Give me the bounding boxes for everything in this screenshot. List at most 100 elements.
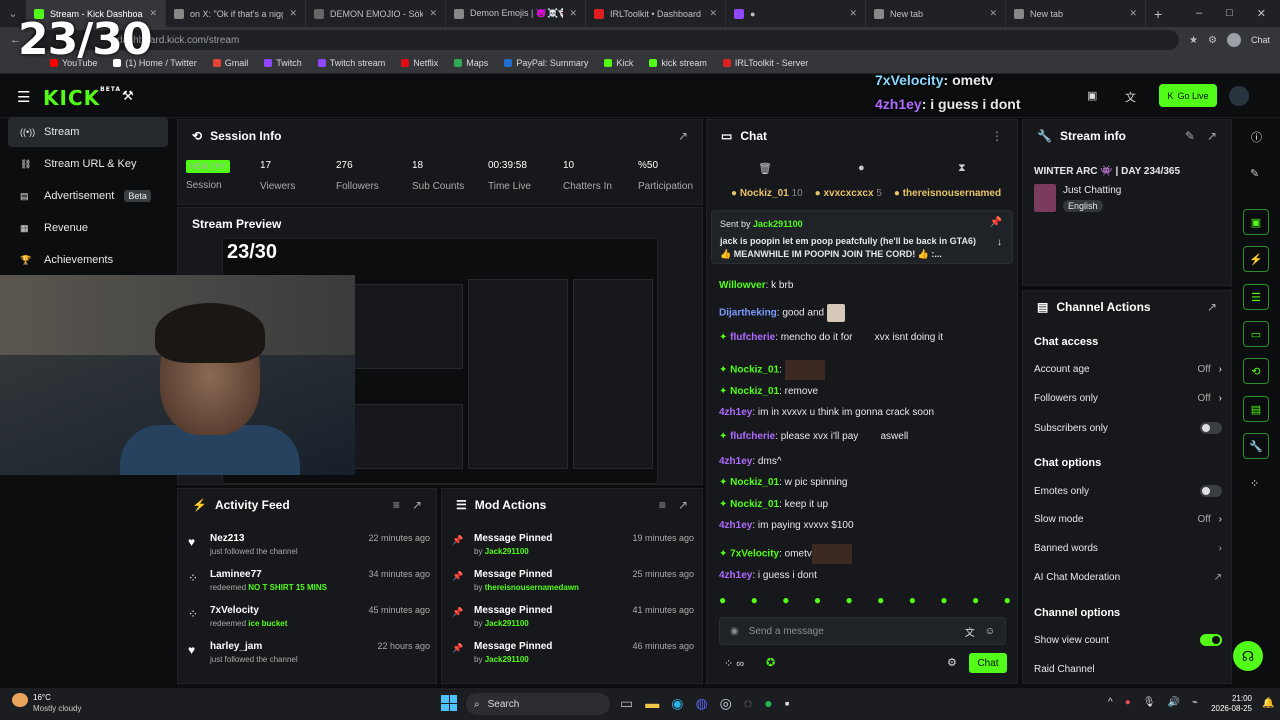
activity-user[interactable]: Laminee77	[210, 569, 327, 580]
chat-message[interactable]: ✦ Nockiz_01:	[719, 360, 825, 380]
emote-icon[interactable]: ●	[814, 593, 821, 607]
chat-message[interactable]: 4zh1ey: i guess i dont	[719, 570, 817, 581]
tab-close-icon[interactable]: ✕	[429, 8, 437, 19]
popout-icon[interactable]: ↗	[412, 498, 422, 512]
points-icon[interactable]: ⁘ ∞	[724, 657, 744, 670]
sidebar-item-stream-url-key[interactable]: ⛓ Stream URL & Key	[8, 149, 168, 179]
activity-item[interactable]: ♥ harley_jam just followed the channel 22 h…	[188, 641, 430, 675]
task-view-icon[interactable]: ▭	[620, 695, 633, 712]
emote-icon[interactable]: ●	[909, 593, 916, 607]
close-window-icon[interactable]: ✕	[1257, 7, 1266, 20]
tab-close-icon[interactable]: ✕	[569, 8, 577, 19]
network-icon[interactable]: ⌁	[1192, 697, 1198, 708]
popout-icon[interactable]: ↗	[1207, 129, 1217, 143]
emote-icon[interactable]: ●	[751, 593, 758, 607]
ai-moderation-row[interactable]: AI Chat Moderation ↗	[1034, 572, 1222, 583]
points-icon[interactable]: ⁘	[1250, 477, 1259, 490]
chat-username[interactable]: Willowver	[719, 280, 766, 291]
chat-username[interactable]: 4zh1ey	[719, 456, 752, 467]
chat-send-button[interactable]: Chat	[969, 653, 1007, 673]
taskbar-search[interactable]: ⌕ Search	[466, 693, 610, 715]
settings-icon[interactable]: ⚙	[947, 656, 957, 669]
file-explorer-icon[interactable]: ▬	[645, 695, 659, 712]
sidebar-item-advertisement[interactable]: ▤ Advertisement Beta	[8, 181, 168, 211]
chat-message[interactable]: 4zh1ey: dms^	[719, 456, 782, 467]
rail-lightning-button[interactable]: ⚡	[1243, 246, 1269, 272]
new-tab-button[interactable]: +	[1154, 6, 1162, 22]
terminal-icon[interactable]: ▪	[785, 695, 790, 712]
bookmark-item[interactable]: IRLToolkit - Server	[722, 58, 808, 68]
emote-icon[interactable]: ●	[782, 593, 789, 607]
show-view-count-toggle[interactable]	[1200, 634, 1222, 646]
chat-message[interactable]: ✦ 7xVelocity: ometv	[719, 544, 852, 564]
popout-icon[interactable]: ↗	[678, 498, 688, 512]
chat-message[interactable]: ✦ Nockiz_01: remove	[719, 386, 818, 397]
emote-icon[interactable]: ●	[940, 593, 947, 607]
browser-tab[interactable]: on X: "Ok if that's a nigg ✕	[166, 0, 306, 27]
subscribers-only-toggle[interactable]	[1200, 422, 1222, 434]
browser-tab[interactable]: New tab ✕	[1006, 0, 1146, 27]
hourglass-icon[interactable]: ⧗	[958, 162, 966, 175]
mod-action-item[interactable]: 📌 Message Pinned by Jack291100 19 minutes a…	[452, 533, 694, 567]
sidebar-item-revenue[interactable]: ▦ Revenue	[8, 213, 168, 243]
activity-item[interactable]: ♥ Nez213 just followed the channel 22 minut…	[188, 533, 430, 567]
discord-icon[interactable]: ◍	[695, 695, 707, 712]
activity-user[interactable]: 7xVelocity	[210, 605, 287, 616]
more-icon[interactable]: ⋮	[991, 129, 1003, 143]
notification-icon[interactable]: 🔔	[1262, 698, 1274, 709]
tab-close-icon[interactable]: ✕	[709, 8, 717, 19]
rail-session-button[interactable]: ⟲	[1243, 358, 1269, 384]
slow-mode-row[interactable]: Slow mode Off ›	[1034, 514, 1222, 525]
rail-list-button[interactable]: ☰	[1243, 284, 1269, 310]
rail-chat-button[interactable]: ▭	[1243, 321, 1269, 347]
bookmark-item[interactable]: Netflix	[401, 58, 438, 68]
chat-message[interactable]: 4zh1ey: im paying xvxvx $100	[719, 520, 854, 531]
message-input[interactable]: ◉ Send a message 文 ☺	[719, 617, 1006, 645]
info-icon[interactable]: ⓘ	[1251, 129, 1262, 145]
sidebar-item-stream[interactable]: ((•)) Stream	[8, 117, 168, 147]
filter-icon[interactable]: ≡	[393, 498, 400, 512]
star-icon[interactable]: ★	[1189, 35, 1198, 46]
clock-time[interactable]: 21:00	[1204, 694, 1252, 703]
dashboard-icon[interactable]: ▣	[1087, 89, 1097, 102]
translate-icon[interactable]: 文	[965, 624, 975, 639]
chat-username[interactable]: 4zh1ey	[719, 570, 752, 581]
clock-date[interactable]: 2026-08-25	[1204, 704, 1252, 713]
filter-icon[interactable]: ≡	[659, 498, 666, 512]
arrow-down-icon[interactable]: ↓	[997, 237, 1002, 248]
chat-username[interactable]: Nockiz_01	[730, 365, 779, 376]
banned-words-row[interactable]: Banned words ›	[1034, 543, 1222, 554]
mod-user[interactable]: Jack291100	[485, 619, 529, 628]
translate-icon[interactable]: 文	[1125, 89, 1136, 105]
chat-username[interactable]: flufcherie	[730, 431, 775, 442]
emoji-icon[interactable]: ☺	[985, 626, 995, 637]
chat-username[interactable]: Dijartheking	[719, 308, 777, 319]
steam-icon[interactable]: ◎	[720, 695, 732, 712]
chat-message[interactable]: ✦ flufcherie: mencho do it for xvx isnt …	[719, 332, 943, 343]
browser-tab[interactable]: DEMON EMOJIO - Sök ✕	[306, 0, 446, 27]
tools-icon[interactable]: ⚒	[122, 88, 134, 104]
browser-tab[interactable]: IRLToolkit • Dashboard ✕	[586, 0, 726, 27]
browser-tab[interactable]: ● ✕	[726, 0, 866, 27]
tray-chevron-icon[interactable]: ^	[1108, 697, 1113, 708]
popout-icon[interactable]: ↗	[678, 129, 688, 143]
chat-message[interactable]: ✦ Nockiz_01: w pic spinning	[719, 477, 847, 488]
mod-action-item[interactable]: 📌 Message Pinned by Jack291100 41 minutes a…	[452, 605, 694, 639]
chat-username[interactable]: flufcherie	[730, 332, 775, 343]
chat-username[interactable]: Nockiz_01	[730, 477, 779, 488]
chat-username[interactable]: 7xVelocity	[730, 549, 779, 560]
category-name[interactable]: Just Chatting	[1063, 185, 1121, 196]
support-button[interactable]: ☊	[1233, 641, 1263, 671]
pinned-message[interactable]: Sent by Jack291100 jack is poopin let em…	[711, 210, 1013, 264]
emote-icon[interactable]: ●	[719, 593, 726, 607]
bookmark-item[interactable]: Twitch stream	[317, 58, 385, 68]
chat-username[interactable]: 4zh1ey	[719, 407, 752, 418]
raid-channel-row[interactable]: Raid Channel	[1034, 664, 1222, 675]
extensions-icon[interactable]: ⚙	[1208, 35, 1217, 46]
rail-dashboard-button[interactable]: ▣	[1243, 209, 1269, 235]
edge-icon[interactable]: ◉	[671, 695, 683, 712]
chat-username[interactable]: 4zh1ey	[719, 520, 752, 531]
mod-user[interactable]: thereisnousernamedawn	[485, 583, 579, 592]
top-chatter[interactable]: ● thereisnousernamed	[894, 188, 1001, 199]
account-age-row[interactable]: Account age Off ›	[1034, 364, 1222, 375]
